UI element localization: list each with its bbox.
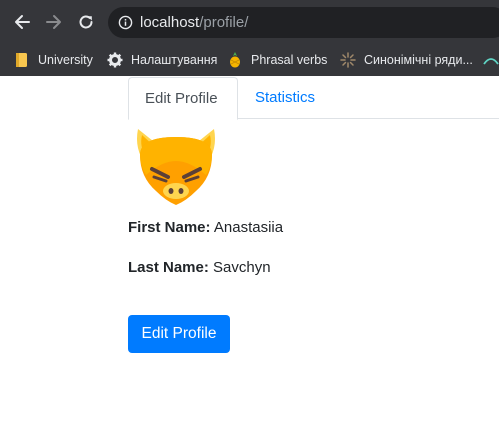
back-button[interactable] xyxy=(9,9,35,35)
last-name-label: Last Name: xyxy=(128,259,209,276)
edit-profile-button[interactable]: Edit Profile xyxy=(128,315,230,353)
tab-statistics[interactable]: Statistics xyxy=(239,77,331,119)
bookmark-label: Налаштування xyxy=(131,53,218,67)
angry-pig-icon xyxy=(137,129,215,205)
address-bar[interactable]: localhost/profile/ xyxy=(108,7,499,38)
cloud-icon xyxy=(483,52,499,68)
bookmark-overflow[interactable] xyxy=(483,44,499,76)
bookmark-phrasal-verbs[interactable]: Phrasal verbs xyxy=(227,44,327,76)
tab-edit-profile[interactable]: Edit Profile xyxy=(128,77,238,120)
bookmark-label: University xyxy=(38,53,93,67)
bookmark-label: Phrasal verbs xyxy=(251,53,328,67)
reload-icon xyxy=(79,15,93,29)
forward-arrow-icon xyxy=(46,15,61,29)
bookmark-university[interactable]: University xyxy=(14,44,93,76)
bookmark-settings[interactable]: Налаштування xyxy=(107,44,217,76)
url-text: localhost/profile/ xyxy=(140,14,248,31)
back-arrow-icon xyxy=(15,15,30,29)
reload-button[interactable] xyxy=(73,9,99,35)
bookmark-label: Синонімічні ряди... xyxy=(364,53,473,67)
url-path: /profile/ xyxy=(199,14,249,31)
first-name-value: Anastasiia xyxy=(213,219,284,236)
info-icon[interactable] xyxy=(118,15,133,30)
sparkle-icon xyxy=(340,52,356,68)
forward-button[interactable] xyxy=(41,9,67,35)
last-name-field: Last Name: Savchyn xyxy=(128,259,271,276)
folder-icon xyxy=(14,52,30,68)
page-content: Edit Profile Statistics First Name: Anas… xyxy=(0,76,499,428)
browser-toolbar: localhost/profile/ xyxy=(0,0,499,44)
bookmarks-bar: University Налаштування Phrasal verbs Си… xyxy=(0,44,499,76)
gear-icon xyxy=(107,52,123,68)
browser-chrome: localhost/profile/ University Налаштуван… xyxy=(0,0,499,76)
pineapple-icon xyxy=(227,52,243,68)
url-host: localhost xyxy=(140,14,200,31)
first-name-label: First Name: xyxy=(128,219,211,236)
profile-tabs: Edit Profile Statistics xyxy=(128,77,499,120)
last-name-value: Savchyn xyxy=(213,259,271,276)
first-name-field: First Name: Anastasiia xyxy=(128,219,283,236)
bookmark-synonyms[interactable]: Синонімічні ряди... xyxy=(340,44,473,76)
